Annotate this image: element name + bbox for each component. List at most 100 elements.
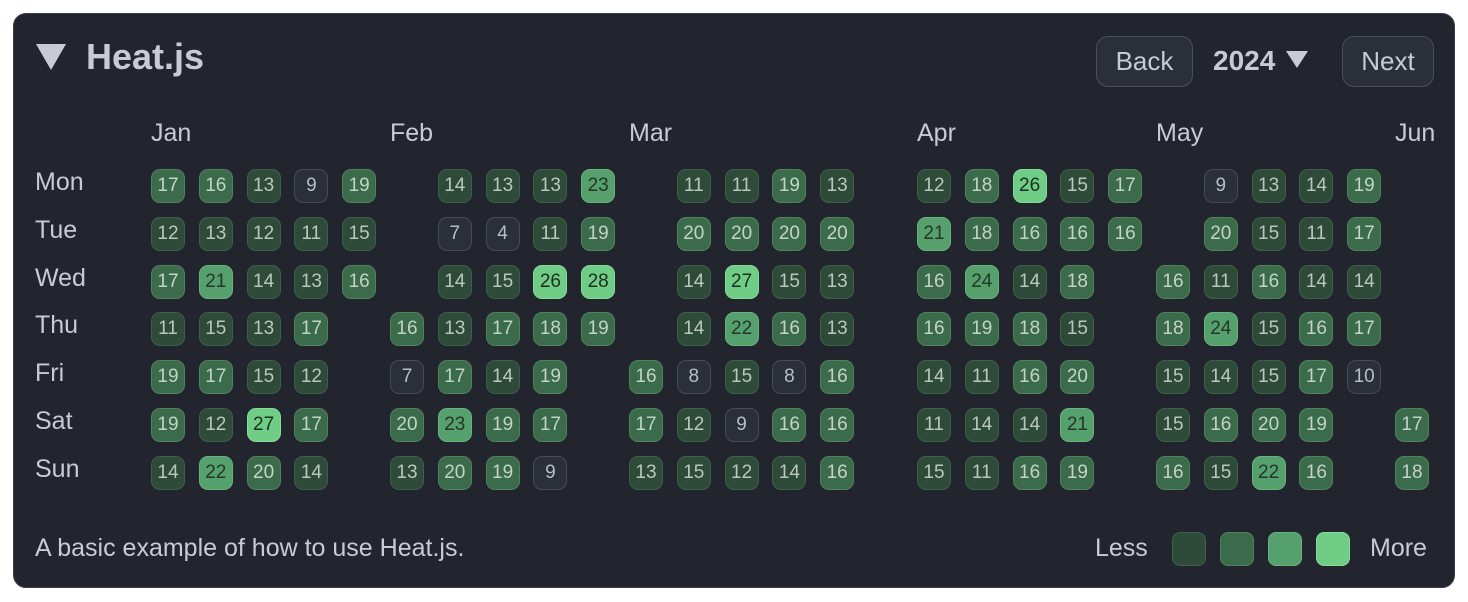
year-selector[interactable]: 2024 <box>1213 43 1309 79</box>
day-cell[interactable]: 19 <box>486 456 520 490</box>
day-cell[interactable]: 11 <box>965 360 999 394</box>
day-cell[interactable]: 20 <box>438 456 472 490</box>
day-cell[interactable]: 18 <box>1060 265 1094 299</box>
day-cell[interactable]: 15 <box>247 360 281 394</box>
day-cell[interactable]: 20 <box>247 456 281 490</box>
day-cell[interactable]: 17 <box>199 360 233 394</box>
day-cell[interactable]: 20 <box>1060 360 1094 394</box>
day-cell[interactable]: 4 <box>486 217 520 251</box>
day-cell[interactable]: 14 <box>917 360 951 394</box>
day-cell[interactable]: 9 <box>725 408 759 442</box>
day-cell[interactable]: 10 <box>1347 360 1381 394</box>
day-cell[interactable]: 11 <box>1204 265 1238 299</box>
day-cell[interactable]: 15 <box>1060 312 1094 346</box>
day-cell[interactable]: 8 <box>677 360 711 394</box>
day-cell[interactable]: 20 <box>820 217 854 251</box>
day-cell[interactable]: 14 <box>677 265 711 299</box>
day-cell[interactable]: 19 <box>533 360 567 394</box>
day-cell[interactable]: 16 <box>1252 265 1286 299</box>
day-cell[interactable]: 16 <box>342 265 376 299</box>
legend-swatch-level-4[interactable] <box>1316 532 1350 566</box>
day-cell[interactable]: 19 <box>581 312 615 346</box>
day-cell[interactable]: 11 <box>725 169 759 203</box>
day-cell[interactable]: 16 <box>1299 456 1333 490</box>
day-cell[interactable]: 16 <box>917 265 951 299</box>
day-cell[interactable]: 16 <box>820 456 854 490</box>
day-cell[interactable]: 13 <box>199 217 233 251</box>
day-cell[interactable]: 14 <box>1013 408 1047 442</box>
day-cell[interactable]: 15 <box>1252 312 1286 346</box>
day-cell[interactable]: 16 <box>820 360 854 394</box>
day-cell[interactable]: 12 <box>151 217 185 251</box>
day-cell[interactable]: 15 <box>199 312 233 346</box>
day-cell[interactable]: 13 <box>486 169 520 203</box>
day-cell[interactable]: 14 <box>772 456 806 490</box>
day-cell[interactable]: 26 <box>1013 169 1047 203</box>
day-cell[interactable]: 14 <box>1347 265 1381 299</box>
day-cell[interactable]: 16 <box>917 312 951 346</box>
day-cell[interactable]: 9 <box>1204 169 1238 203</box>
day-cell[interactable]: 18 <box>1395 456 1429 490</box>
day-cell[interactable]: 16 <box>199 169 233 203</box>
day-cell[interactable]: 19 <box>965 312 999 346</box>
day-cell[interactable]: 14 <box>486 360 520 394</box>
day-cell[interactable]: 17 <box>1108 169 1142 203</box>
day-cell[interactable]: 20 <box>1204 217 1238 251</box>
day-cell[interactable]: 16 <box>820 408 854 442</box>
day-cell[interactable]: 16 <box>772 312 806 346</box>
day-cell[interactable]: 13 <box>629 456 663 490</box>
day-cell[interactable]: 16 <box>1013 456 1047 490</box>
day-cell[interactable]: 13 <box>294 265 328 299</box>
day-cell[interactable]: 15 <box>1156 408 1190 442</box>
day-cell[interactable]: 16 <box>1156 456 1190 490</box>
day-cell[interactable]: 14 <box>677 312 711 346</box>
day-cell[interactable]: 19 <box>1347 169 1381 203</box>
day-cell[interactable]: 13 <box>820 312 854 346</box>
day-cell[interactable]: 24 <box>965 265 999 299</box>
day-cell[interactable]: 11 <box>294 217 328 251</box>
day-cell[interactable]: 18 <box>1013 312 1047 346</box>
day-cell[interactable]: 28 <box>581 265 615 299</box>
day-cell[interactable]: 13 <box>390 456 424 490</box>
day-cell[interactable]: 7 <box>390 360 424 394</box>
day-cell[interactable]: 16 <box>390 312 424 346</box>
day-cell[interactable]: 19 <box>151 408 185 442</box>
collapse-toggle-icon[interactable] <box>34 42 68 72</box>
day-cell[interactable]: 11 <box>677 169 711 203</box>
day-cell[interactable]: 16 <box>1204 408 1238 442</box>
day-cell[interactable]: 17 <box>1347 217 1381 251</box>
day-cell[interactable]: 14 <box>1204 360 1238 394</box>
day-cell[interactable]: 20 <box>390 408 424 442</box>
day-cell[interactable]: 9 <box>294 169 328 203</box>
day-cell[interactable]: 16 <box>1060 217 1094 251</box>
day-cell[interactable]: 19 <box>1060 456 1094 490</box>
day-cell[interactable]: 18 <box>533 312 567 346</box>
day-cell[interactable]: 19 <box>1299 408 1333 442</box>
day-cell[interactable]: 15 <box>725 360 759 394</box>
day-cell[interactable]: 21 <box>1060 408 1094 442</box>
day-cell[interactable]: 19 <box>151 360 185 394</box>
day-cell[interactable]: 15 <box>342 217 376 251</box>
day-cell[interactable]: 22 <box>725 312 759 346</box>
day-cell[interactable]: 14 <box>247 265 281 299</box>
day-cell[interactable]: 14 <box>1013 265 1047 299</box>
day-cell[interactable]: 20 <box>677 217 711 251</box>
day-cell[interactable]: 15 <box>1156 360 1190 394</box>
day-cell[interactable]: 11 <box>533 217 567 251</box>
day-cell[interactable]: 13 <box>533 169 567 203</box>
day-cell[interactable]: 17 <box>151 265 185 299</box>
day-cell[interactable]: 17 <box>151 169 185 203</box>
legend-swatch-level-2[interactable] <box>1220 532 1254 566</box>
day-cell[interactable]: 26 <box>533 265 567 299</box>
day-cell[interactable]: 16 <box>1013 217 1047 251</box>
day-cell[interactable]: 14 <box>438 169 472 203</box>
day-cell[interactable]: 14 <box>151 456 185 490</box>
day-cell[interactable]: 12 <box>294 360 328 394</box>
day-cell[interactable]: 19 <box>486 408 520 442</box>
day-cell[interactable]: 14 <box>438 265 472 299</box>
day-cell[interactable]: 20 <box>772 217 806 251</box>
legend-swatch-level-1[interactable] <box>1172 532 1206 566</box>
day-cell[interactable]: 16 <box>1108 217 1142 251</box>
back-button[interactable]: Back <box>1096 36 1193 87</box>
day-cell[interactable]: 16 <box>1156 265 1190 299</box>
